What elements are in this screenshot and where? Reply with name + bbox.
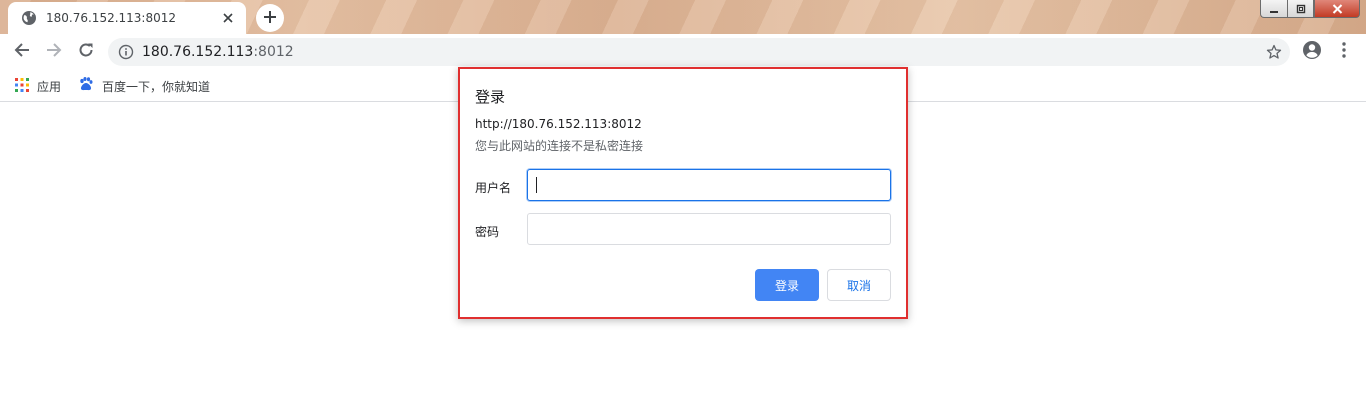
close-icon bbox=[1332, 0, 1343, 18]
dialog-title: 登录 bbox=[475, 88, 506, 106]
kebab-menu-icon bbox=[1342, 42, 1346, 62]
login-dialog: 登录 http://180.76.152.113:8012 您与此网站的连接不是… bbox=[458, 67, 908, 319]
password-label: 密码 bbox=[475, 225, 500, 239]
minimize-button[interactable] bbox=[1260, 0, 1287, 18]
address-bar[interactable]: 180.76.152.113:8012 bbox=[108, 38, 1290, 66]
maximize-icon bbox=[1296, 0, 1306, 18]
plus-icon bbox=[263, 9, 277, 28]
info-icon[interactable] bbox=[118, 44, 134, 60]
bookmark-apps[interactable]: 应用 bbox=[15, 76, 61, 96]
bookmark-label: 应用 bbox=[37, 79, 62, 94]
minimize-icon bbox=[1269, 0, 1279, 18]
globe-icon bbox=[21, 10, 37, 26]
bookmark-baidu[interactable]: 百度一下，你就知道 bbox=[78, 76, 210, 96]
url-text: 180.76.152.113:8012 bbox=[142, 44, 294, 60]
text-caret bbox=[536, 177, 537, 193]
browser-tab[interactable]: 180.76.152.113:8012 bbox=[8, 2, 246, 34]
menu-button[interactable] bbox=[1330, 38, 1358, 66]
forward-arrow-icon bbox=[46, 42, 62, 62]
username-label: 用户名 bbox=[475, 181, 512, 195]
tab-strip: 180.76.152.113:8012 bbox=[0, 0, 1366, 34]
maximize-button[interactable] bbox=[1287, 0, 1314, 18]
back-arrow-icon bbox=[14, 42, 30, 62]
reload-button[interactable] bbox=[72, 38, 100, 66]
username-input[interactable] bbox=[527, 169, 891, 201]
profile-button[interactable] bbox=[1298, 38, 1326, 66]
cancel-button[interactable]: 取消 bbox=[827, 269, 891, 301]
back-button[interactable] bbox=[8, 38, 36, 66]
browser-toolbar: 180.76.152.113:8012 bbox=[0, 34, 1366, 70]
forward-button[interactable] bbox=[40, 38, 68, 66]
dialog-security-note: 您与此网站的连接不是私密连接 bbox=[475, 139, 644, 153]
baidu-paw-icon bbox=[78, 76, 94, 96]
password-input[interactable] bbox=[527, 213, 891, 245]
window-controls bbox=[1260, 0, 1360, 18]
dialog-origin: http://180.76.152.113:8012 bbox=[475, 117, 642, 131]
account-icon bbox=[1302, 40, 1322, 64]
star-icon[interactable] bbox=[1266, 44, 1282, 60]
close-icon[interactable] bbox=[220, 10, 236, 26]
url-port: :8012 bbox=[253, 44, 294, 60]
bookmark-label: 百度一下，你就知道 bbox=[102, 79, 211, 94]
new-tab-button[interactable] bbox=[256, 4, 284, 32]
reload-icon bbox=[78, 42, 94, 62]
apps-grid-icon bbox=[15, 77, 29, 96]
window-close-button[interactable] bbox=[1314, 0, 1360, 18]
tab-title: 180.76.152.113:8012 bbox=[46, 11, 177, 25]
url-host: 180.76.152.113 bbox=[142, 44, 254, 60]
login-button[interactable]: 登录 bbox=[755, 269, 819, 301]
